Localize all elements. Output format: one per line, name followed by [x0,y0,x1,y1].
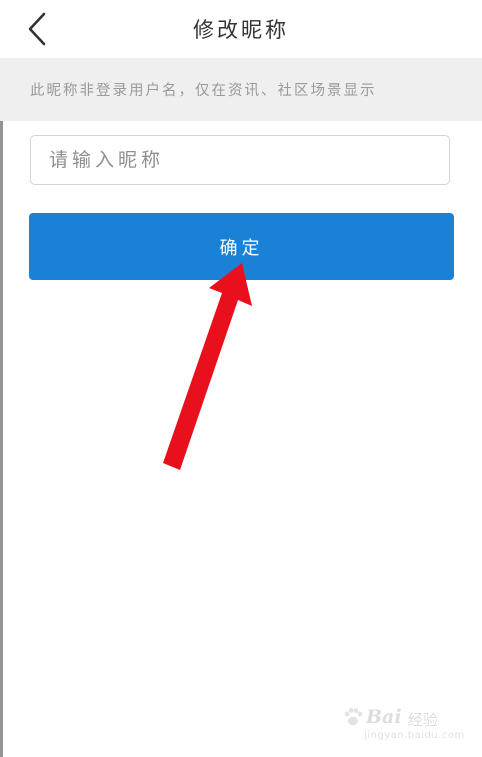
watermark-brand-suffix: 经验 [408,711,439,729]
app-screen: 修改昵称 此昵称非登录用户名，仅在资讯、社区场景显示 确定 Bai 经验 jin… [0,0,482,757]
watermark-url: jingyan.baidu.com [364,730,465,741]
watermark-brand: Bai [366,706,402,728]
notice-banner: 此昵称非登录用户名，仅在资讯、社区场景显示 [0,58,482,121]
confirm-button[interactable]: 确定 [29,213,454,280]
nickname-input[interactable] [30,135,450,185]
paw-icon [342,706,364,728]
nav-header: 修改昵称 [0,0,482,58]
watermark: Bai 经验 jingyan.baidu.com [338,704,468,748]
page-title: 修改昵称 [193,18,289,42]
notice-text: 此昵称非登录用户名，仅在资讯、社区场景显示 [30,83,377,99]
